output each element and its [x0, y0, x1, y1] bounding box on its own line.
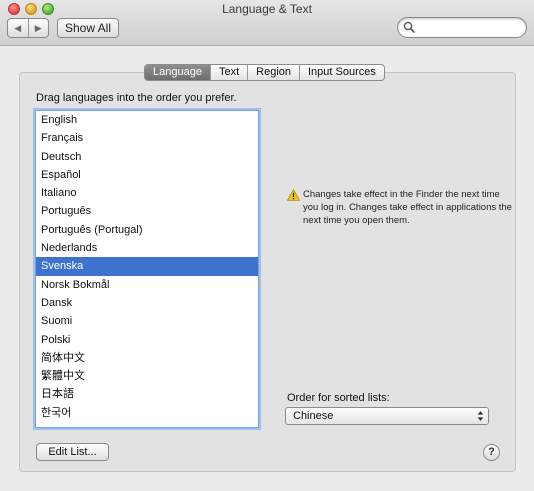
window-title: Language & Text — [222, 2, 312, 16]
help-button[interactable]: ? — [483, 444, 500, 461]
tab-region[interactable]: Region — [247, 65, 299, 80]
tab-language[interactable]: Language — [145, 65, 210, 80]
back-forward-group: ◀ ▶ — [7, 18, 49, 38]
tab-bar: Language Text Region Input Sources — [144, 64, 385, 81]
language-item[interactable]: Português (Portugal) — [36, 221, 258, 239]
language-item[interactable]: Italiano — [36, 184, 258, 202]
language-item[interactable]: Português — [36, 202, 258, 220]
back-button[interactable]: ◀ — [8, 19, 28, 37]
sort-order-value: Chinese — [293, 410, 334, 422]
tab-text[interactable]: Text — [209, 65, 247, 80]
forward-button[interactable]: ▶ — [27, 19, 49, 37]
instruction-text: Drag languages into the order you prefer… — [36, 92, 237, 104]
sort-order-label: Order for sorted lists: — [287, 392, 390, 404]
language-item[interactable]: Nederlands — [36, 239, 258, 257]
select-arrows-icon — [477, 411, 484, 421]
window-toolbar: Language & Text ◀ ▶ Show All — [0, 0, 534, 46]
language-item[interactable]: Polski — [36, 331, 258, 349]
language-item[interactable]: Español — [36, 166, 258, 184]
language-item[interactable]: 简体中文 — [36, 349, 258, 367]
language-item[interactable]: Norsk Bokmål — [36, 276, 258, 294]
language-item[interactable]: 日本語 — [36, 385, 258, 403]
language-item[interactable]: 繁體中文 — [36, 367, 258, 385]
language-list[interactable]: English Français Deutsch Español Italian… — [35, 110, 259, 428]
notice-text: Changes take effect in the Finder the ne… — [303, 189, 512, 226]
show-all-button[interactable]: Show All — [57, 18, 119, 38]
language-item[interactable]: Français — [36, 129, 258, 147]
search-field[interactable] — [397, 17, 527, 38]
tab-input-sources[interactable]: Input Sources — [299, 65, 384, 80]
back-arrow-icon: ◀ — [14, 22, 22, 33]
language-item[interactable]: English — [36, 111, 258, 129]
forward-arrow-icon: ▶ — [34, 22, 42, 33]
language-item[interactable]: Dansk — [36, 294, 258, 312]
warning-icon — [287, 189, 300, 201]
language-item[interactable]: 한국어 — [36, 404, 258, 422]
language-item[interactable]: Suomi — [36, 312, 258, 330]
language-item-selected[interactable]: Svenska — [36, 257, 258, 276]
sort-order-select[interactable]: Chinese — [285, 407, 489, 425]
language-item[interactable]: Deutsch — [36, 148, 258, 166]
edit-list-button[interactable]: Edit List... — [36, 443, 109, 461]
search-icon — [403, 21, 415, 33]
